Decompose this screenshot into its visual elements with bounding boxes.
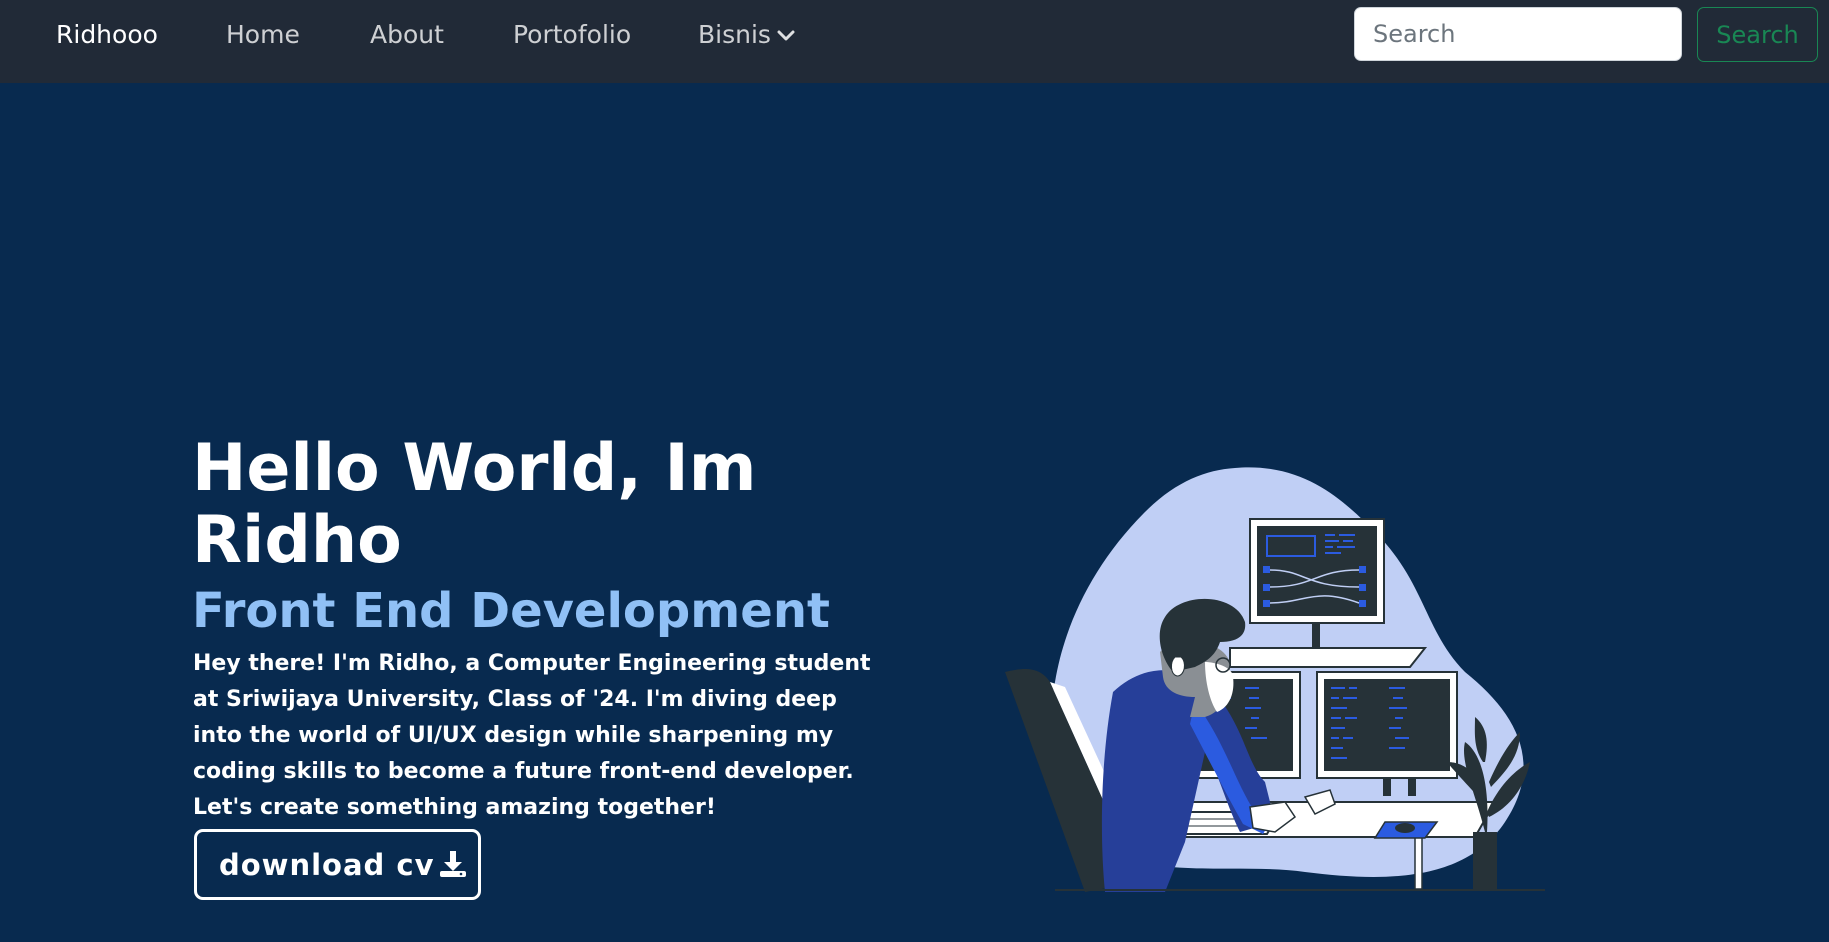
nav-link-home[interactable]: Home (226, 18, 300, 52)
search-button[interactable]: Search (1697, 7, 1818, 62)
brand-logo[interactable]: Ridhooo (56, 18, 158, 52)
download-cv-button[interactable]: download cv (194, 829, 481, 900)
search-input[interactable] (1354, 7, 1682, 61)
hero-description: Hey there! I'm Ridho, a Computer Enginee… (193, 651, 871, 820)
chevron-down-icon (777, 30, 795, 41)
nav-dropdown-label: Bisnis (698, 20, 771, 49)
nav-dropdown-bisnis[interactable]: Bisnis (698, 18, 795, 52)
download-cv-label: download cv (219, 847, 435, 882)
nav-link-portofolio[interactable]: Portofolio (513, 18, 631, 52)
navbar: Ridhooo Home About Portofolio Bisnis Sea… (0, 0, 1829, 83)
hero-subtitle: Front End Development (192, 583, 830, 639)
hero-title: Hello World, Im Ridho (192, 431, 757, 578)
nav-link-about[interactable]: About (370, 18, 444, 52)
download-icon (439, 850, 466, 877)
developer-illustration (1005, 467, 1545, 892)
